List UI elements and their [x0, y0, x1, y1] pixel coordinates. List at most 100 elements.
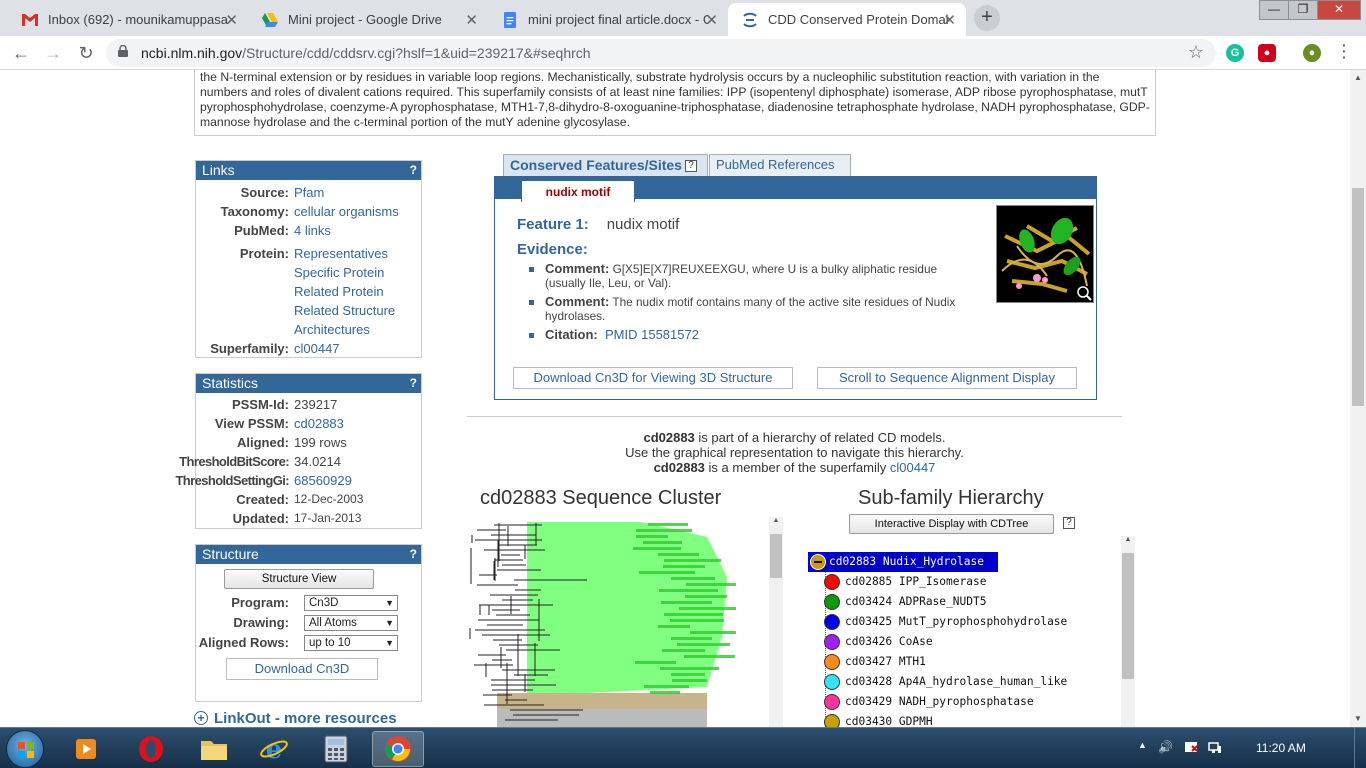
related-protein-link[interactable]: Related Protein	[294, 284, 384, 299]
start-button[interactable]	[6, 730, 44, 768]
network-icon[interactable]	[1208, 740, 1222, 757]
scrollbar-thumb[interactable]	[1122, 553, 1134, 679]
internet-explorer-taskbar-button[interactable]: e	[248, 731, 300, 767]
cdtree-button[interactable]: Interactive Display with CDTree	[849, 514, 1054, 534]
scroll-up-icon[interactable]: ▲	[1350, 70, 1366, 86]
scroll-down-icon[interactable]: ▼	[1350, 711, 1366, 727]
explorer-taskbar-button[interactable]	[188, 731, 240, 767]
aligned-rows-label: Aligned Rows:	[198, 635, 289, 650]
tab-google-docs[interactable]: mini project final article.docx - Go ✕	[488, 3, 728, 36]
new-tab-button[interactable]: +	[974, 5, 1000, 31]
show-hidden-icons[interactable]: ▲	[1138, 740, 1147, 750]
threshold-gi-link[interactable]: 68560929	[294, 473, 352, 488]
gmail-icon	[22, 12, 38, 28]
chrome-taskbar-button[interactable]	[372, 731, 424, 767]
leaf-label	[661, 601, 712, 604]
close-tab-icon[interactable]: ✕	[225, 11, 238, 29]
show-desktop-button[interactable]	[1354, 728, 1366, 768]
maximize-button[interactable]: ❐	[1288, 0, 1318, 20]
aligned-rows-select[interactable]: up to 10 ▼	[304, 635, 398, 651]
tab-pubmed-references[interactable]: PubMed References?	[709, 154, 851, 192]
back-arrow-icon[interactable]: ←	[10, 43, 32, 64]
subfamily-label: cd03426 CoAse	[845, 635, 933, 648]
page-scrollbar[interactable]: ▲ ▼	[1350, 70, 1366, 727]
root-node[interactable]: cd02883 Nudix_Hydrolase	[808, 552, 998, 572]
drawing-select[interactable]: All Atoms ▼	[304, 615, 398, 631]
leaf-label	[685, 595, 727, 598]
close-tab-icon[interactable]: ✕	[705, 11, 718, 29]
collapse-icon[interactable]	[810, 554, 826, 570]
scroll-up-icon[interactable]: ▲	[1121, 536, 1135, 543]
close-tab-icon[interactable]: ✕	[943, 11, 956, 29]
leaf-label	[660, 667, 719, 670]
help-icon[interactable]: ?	[1063, 517, 1075, 529]
scroll-up-icon[interactable]: ▲	[769, 517, 783, 524]
root-id: cd02883	[829, 555, 877, 568]
opera-taskbar-button[interactable]	[125, 731, 177, 767]
chrome-menu-icon[interactable]: ⋮	[1333, 41, 1355, 62]
subfamily-row[interactable]: cd03427 MTH1	[808, 652, 1108, 672]
subfamily-row[interactable]: cd03429 NADH_pyrophosphatase	[808, 692, 1108, 712]
subfamily-row[interactable]: cd03428 Ap4A_hydrolase_human_like	[808, 672, 1108, 692]
close-window-button[interactable]: ✕	[1317, 0, 1361, 20]
view-pssm-link[interactable]: cd02883	[294, 416, 344, 431]
scrollbar-thumb[interactable]	[1352, 188, 1364, 406]
media-player-taskbar-button[interactable]	[60, 731, 112, 767]
tab-google-drive[interactable]: Mini project - Google Drive ✕	[248, 3, 488, 36]
tab-cdd[interactable]: CDD Conserved Protein Domain ✕	[728, 3, 966, 36]
subfamily-row[interactable]: cd03424 ADPRase_NUDT5	[808, 592, 1108, 612]
tab-conserved-features[interactable]: Conserved Features/Sites?	[503, 154, 708, 176]
profile-avatar[interactable]: ●	[1303, 44, 1321, 62]
linkout-link[interactable]: + LinkOut - more resources	[194, 710, 397, 727]
superfamily-link[interactable]: cl00447	[890, 460, 936, 475]
help-icon[interactable]: ?	[684, 160, 697, 173]
url-path: /Structure/cdd/cddsrv.cgi?hslf=1&uid=239…	[242, 45, 591, 61]
volume-icon[interactable]: 🔊	[1158, 740, 1173, 754]
linkout-label: LinkOut - more resources	[214, 710, 397, 727]
help-icon[interactable]: ?	[410, 374, 417, 393]
specific-protein-link[interactable]: Specific Protein	[294, 265, 384, 280]
structure-view-button[interactable]: Structure View	[224, 569, 374, 589]
tab-gmail[interactable]: Inbox (692) - mounikamuppasani ✕	[8, 3, 248, 36]
pubmed-link[interactable]: 4 links	[294, 223, 331, 238]
subfamily-row[interactable]: cd03425 MutT_pyrophosphohydrolase	[808, 612, 1108, 632]
calculator-taskbar-button[interactable]	[310, 731, 362, 767]
minimize-button[interactable]: —	[1259, 0, 1289, 20]
leaf-label	[643, 541, 682, 544]
subfamily-row[interactable]: cd03426 CoAse	[808, 632, 1108, 652]
feature-tab-nudix-motif[interactable]: nudix motif	[521, 180, 635, 202]
architectures-link[interactable]: Architectures	[294, 322, 370, 337]
citation-link[interactable]: PMID 15581572	[605, 327, 699, 342]
representatives-link[interactable]: Representatives	[294, 246, 388, 261]
forward-arrow-icon[interactable]: →	[42, 43, 64, 64]
scroll-alignment-button[interactable]: Scroll to Sequence Alignment Display	[817, 367, 1077, 389]
structure-3d-thumbnail[interactable]	[996, 205, 1094, 303]
program-select[interactable]: Cn3D ▼	[304, 595, 398, 611]
source-link[interactable]: Pfam	[294, 185, 324, 200]
bookmark-star-icon[interactable]: ☆	[1188, 42, 1204, 63]
windows-logo-icon	[18, 742, 34, 758]
subfamily-row[interactable]: cd02885 IPP_Isomerase	[808, 572, 1108, 592]
hierarchy-line-2: Use the graphical representation to navi…	[625, 445, 964, 460]
help-icon[interactable]: ?	[410, 545, 417, 564]
taxonomy-link[interactable]: cellular organisms	[294, 204, 399, 219]
grammarly-icon[interactable]: G	[1226, 44, 1244, 62]
help-icon[interactable]: ?	[410, 161, 417, 180]
address-bar[interactable]: ncbi.nlm.nih.gov/Structure/cdd/cddsrv.cg…	[106, 39, 1216, 67]
chevron-down-icon: ▼	[385, 638, 394, 648]
download-cn3d-button[interactable]: Download Cn3D	[226, 658, 378, 680]
threshold-bitscore-label: ThresholdBitScore:	[179, 454, 289, 469]
close-tab-icon[interactable]: ✕	[465, 11, 478, 29]
cluster-scrollbar[interactable]: ▲	[769, 517, 783, 727]
superfamily-link[interactable]: cl00447	[294, 341, 340, 356]
subfamily-scrollbar[interactable]: ▲	[1121, 536, 1135, 727]
tab-title: Mini project - Google Drive	[288, 12, 442, 27]
subfamily-row[interactable]: cd03430 GDPMH	[808, 712, 1108, 727]
scrollbar-thumb[interactable]	[770, 534, 782, 578]
adblock-icon[interactable]: ●	[1258, 44, 1276, 62]
sequence-cluster-tree[interactable]	[467, 517, 785, 727]
action-center-icon[interactable]	[1184, 740, 1198, 757]
related-structure-link[interactable]: Related Structure	[294, 303, 395, 318]
download-cn3d-3d-button[interactable]: Download Cn3D for Viewing 3D Structure	[513, 367, 793, 389]
reload-icon[interactable]: ↻	[75, 43, 97, 64]
